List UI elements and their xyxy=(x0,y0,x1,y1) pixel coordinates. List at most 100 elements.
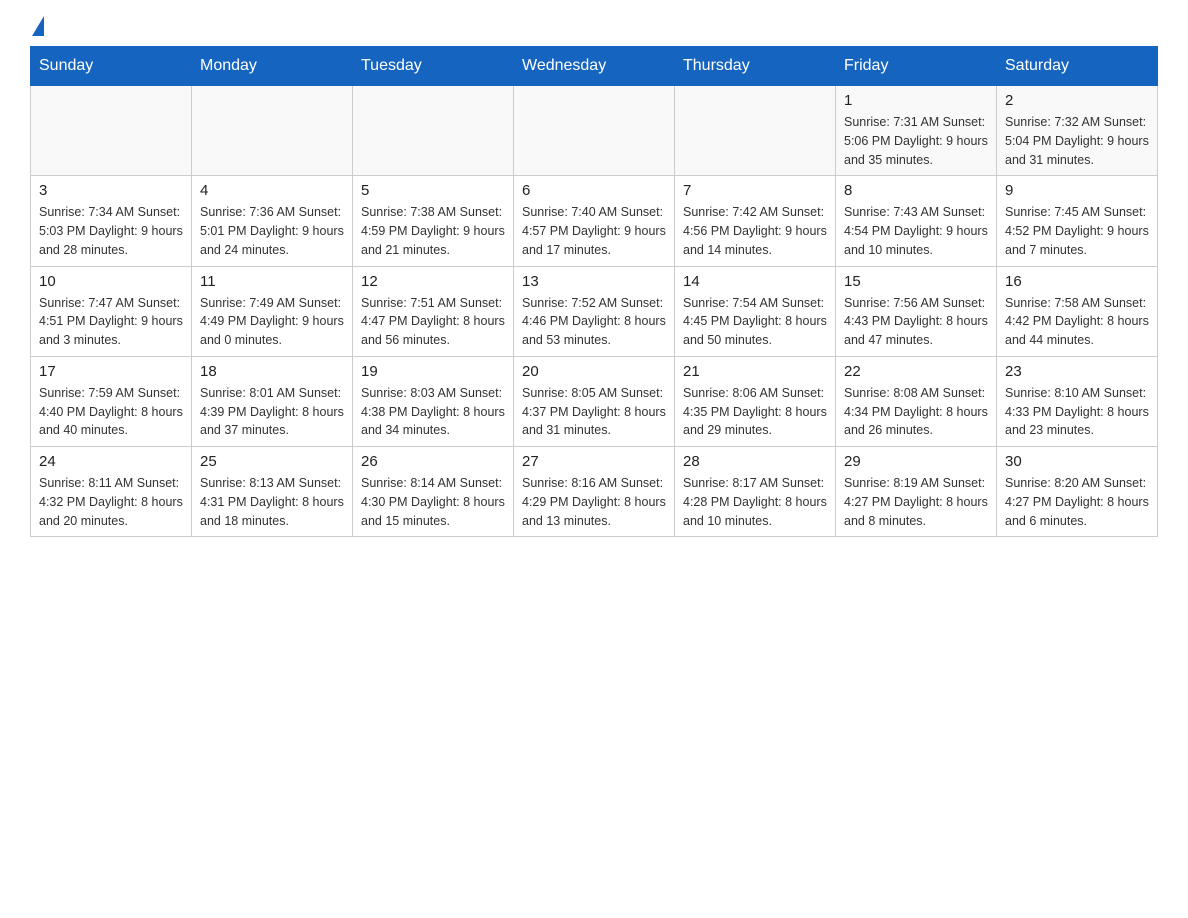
day-info: Sunrise: 8:05 AM Sunset: 4:37 PM Dayligh… xyxy=(522,384,666,440)
calendar-cell: 13Sunrise: 7:52 AM Sunset: 4:46 PM Dayli… xyxy=(514,266,675,356)
day-of-week-header: Friday xyxy=(836,47,997,86)
calendar-cell: 9 Sunrise: 7:45 AM Sunset: 4:52 PM Daylig… xyxy=(997,176,1158,266)
calendar-week-row: 3 Sunrise: 7:34 AM Sunset: 5:03 PM Daylig… xyxy=(31,176,1158,266)
day-number: 26 xyxy=(361,453,505,470)
day-info: Sunrise: 7:54 AM Sunset: 4:45 PM Dayligh… xyxy=(683,294,827,350)
day-info: Sunrise: 8:06 AM Sunset: 4:35 PM Dayligh… xyxy=(683,384,827,440)
calendar-cell: 28 Sunrise: 8:17 AM Sunset: 4:28 PM Dayli… xyxy=(675,447,836,537)
day-info: Sunrise: 7:31 AM Sunset: 5:06 PM Dayligh… xyxy=(844,113,988,169)
calendar-cell: 7 Sunrise: 7:42 AM Sunset: 4:56 PM Daylig… xyxy=(675,176,836,266)
day-number: 16 xyxy=(1005,273,1149,290)
day-number: 12 xyxy=(361,273,505,290)
day-number: 15 xyxy=(844,273,988,290)
calendar-cell: 12 Sunrise: 7:51 AM Sunset: 4:47 PM Dayli… xyxy=(353,266,514,356)
calendar-cell xyxy=(192,86,353,176)
day-info: Sunrise: 8:17 AM Sunset: 4:28 PM Dayligh… xyxy=(683,474,827,530)
day-number: 3 xyxy=(39,182,183,199)
day-number: 22 xyxy=(844,363,988,380)
day-number: 30 xyxy=(1005,453,1149,470)
calendar-cell: 14 Sunrise: 7:54 AM Sunset: 4:45 PM Dayli… xyxy=(675,266,836,356)
day-info: Sunrise: 8:14 AM Sunset: 4:30 PM Dayligh… xyxy=(361,474,505,530)
day-of-week-header: Wednesday xyxy=(514,47,675,86)
calendar-cell: 26 Sunrise: 8:14 AM Sunset: 4:30 PM Dayli… xyxy=(353,447,514,537)
calendar-cell: 23Sunrise: 8:10 AM Sunset: 4:33 PM Dayli… xyxy=(997,356,1158,446)
day-info: Sunrise: 7:38 AM Sunset: 4:59 PM Dayligh… xyxy=(361,203,505,259)
calendar-week-row: 24 Sunrise: 8:11 AM Sunset: 4:32 PM Dayli… xyxy=(31,447,1158,537)
day-of-week-header: Thursday xyxy=(675,47,836,86)
calendar-cell: 24 Sunrise: 8:11 AM Sunset: 4:32 PM Dayli… xyxy=(31,447,192,537)
day-number: 17 xyxy=(39,363,183,380)
calendar-cell xyxy=(514,86,675,176)
page-header xyxy=(30,20,1158,36)
day-number: 18 xyxy=(200,363,344,380)
day-number: 29 xyxy=(844,453,988,470)
day-info: Sunrise: 7:49 AM Sunset: 4:49 PM Dayligh… xyxy=(200,294,344,350)
calendar-cell: 8 Sunrise: 7:43 AM Sunset: 4:54 PM Daylig… xyxy=(836,176,997,266)
logo xyxy=(30,20,44,36)
day-number: 9 xyxy=(1005,182,1149,199)
day-info: Sunrise: 7:56 AM Sunset: 4:43 PM Dayligh… xyxy=(844,294,988,350)
day-info: Sunrise: 7:58 AM Sunset: 4:42 PM Dayligh… xyxy=(1005,294,1149,350)
day-of-week-header: Sunday xyxy=(31,47,192,86)
calendar-cell: 2 Sunrise: 7:32 AM Sunset: 5:04 PM Daylig… xyxy=(997,86,1158,176)
day-info: Sunrise: 7:42 AM Sunset: 4:56 PM Dayligh… xyxy=(683,203,827,259)
logo-triangle-icon xyxy=(32,16,44,36)
day-info: Sunrise: 7:52 AM Sunset: 4:46 PM Dayligh… xyxy=(522,294,666,350)
day-info: Sunrise: 8:01 AM Sunset: 4:39 PM Dayligh… xyxy=(200,384,344,440)
day-number: 20 xyxy=(522,363,666,380)
calendar-cell: 3 Sunrise: 7:34 AM Sunset: 5:03 PM Daylig… xyxy=(31,176,192,266)
calendar-week-row: 17 Sunrise: 7:59 AM Sunset: 4:40 PM Dayli… xyxy=(31,356,1158,446)
day-of-week-header: Saturday xyxy=(997,47,1158,86)
day-number: 27 xyxy=(522,453,666,470)
day-info: Sunrise: 7:43 AM Sunset: 4:54 PM Dayligh… xyxy=(844,203,988,259)
day-info: Sunrise: 7:36 AM Sunset: 5:01 PM Dayligh… xyxy=(200,203,344,259)
day-info: Sunrise: 8:16 AM Sunset: 4:29 PM Dayligh… xyxy=(522,474,666,530)
day-info: Sunrise: 7:34 AM Sunset: 5:03 PM Dayligh… xyxy=(39,203,183,259)
day-number: 8 xyxy=(844,182,988,199)
day-info: Sunrise: 8:13 AM Sunset: 4:31 PM Dayligh… xyxy=(200,474,344,530)
calendar-cell: 20 Sunrise: 8:05 AM Sunset: 4:37 PM Dayli… xyxy=(514,356,675,446)
calendar-cell: 30Sunrise: 8:20 AM Sunset: 4:27 PM Dayli… xyxy=(997,447,1158,537)
day-number: 28 xyxy=(683,453,827,470)
calendar-week-row: 1 Sunrise: 7:31 AM Sunset: 5:06 PM Daylig… xyxy=(31,86,1158,176)
calendar-cell: 11 Sunrise: 7:49 AM Sunset: 4:49 PM Dayli… xyxy=(192,266,353,356)
calendar-cell: 27 Sunrise: 8:16 AM Sunset: 4:29 PM Dayli… xyxy=(514,447,675,537)
calendar-cell: 16 Sunrise: 7:58 AM Sunset: 4:42 PM Dayli… xyxy=(997,266,1158,356)
calendar-cell xyxy=(353,86,514,176)
calendar-cell: 22 Sunrise: 8:08 AM Sunset: 4:34 PM Dayli… xyxy=(836,356,997,446)
calendar-cell: 1 Sunrise: 7:31 AM Sunset: 5:06 PM Daylig… xyxy=(836,86,997,176)
day-number: 24 xyxy=(39,453,183,470)
day-number: 21 xyxy=(683,363,827,380)
calendar-week-row: 10 Sunrise: 7:47 AM Sunset: 4:51 PM Dayli… xyxy=(31,266,1158,356)
day-number: 11 xyxy=(200,273,344,290)
calendar-cell: 25Sunrise: 8:13 AM Sunset: 4:31 PM Dayli… xyxy=(192,447,353,537)
day-info: Sunrise: 7:47 AM Sunset: 4:51 PM Dayligh… xyxy=(39,294,183,350)
day-number: 5 xyxy=(361,182,505,199)
calendar-cell: 17 Sunrise: 7:59 AM Sunset: 4:40 PM Dayli… xyxy=(31,356,192,446)
day-info: Sunrise: 7:40 AM Sunset: 4:57 PM Dayligh… xyxy=(522,203,666,259)
calendar-cell: 15 Sunrise: 7:56 AM Sunset: 4:43 PM Dayli… xyxy=(836,266,997,356)
calendar-cell: 29 Sunrise: 8:19 AM Sunset: 4:27 PM Dayli… xyxy=(836,447,997,537)
calendar-cell: 19Sunrise: 8:03 AM Sunset: 4:38 PM Dayli… xyxy=(353,356,514,446)
day-number: 2 xyxy=(1005,92,1149,109)
day-number: 7 xyxy=(683,182,827,199)
day-info: Sunrise: 8:08 AM Sunset: 4:34 PM Dayligh… xyxy=(844,384,988,440)
day-info: Sunrise: 7:45 AM Sunset: 4:52 PM Dayligh… xyxy=(1005,203,1149,259)
day-number: 10 xyxy=(39,273,183,290)
day-number: 4 xyxy=(200,182,344,199)
day-number: 14 xyxy=(683,273,827,290)
day-info: Sunrise: 7:32 AM Sunset: 5:04 PM Dayligh… xyxy=(1005,113,1149,169)
day-number: 19 xyxy=(361,363,505,380)
calendar-cell: 10 Sunrise: 7:47 AM Sunset: 4:51 PM Dayli… xyxy=(31,266,192,356)
day-info: Sunrise: 7:51 AM Sunset: 4:47 PM Dayligh… xyxy=(361,294,505,350)
day-info: Sunrise: 7:59 AM Sunset: 4:40 PM Dayligh… xyxy=(39,384,183,440)
calendar-cell: 4 Sunrise: 7:36 AM Sunset: 5:01 PM Daylig… xyxy=(192,176,353,266)
calendar-cell: 21 Sunrise: 8:06 AM Sunset: 4:35 PM Dayli… xyxy=(675,356,836,446)
calendar-cell: 5 Sunrise: 7:38 AM Sunset: 4:59 PM Daylig… xyxy=(353,176,514,266)
day-info: Sunrise: 8:19 AM Sunset: 4:27 PM Dayligh… xyxy=(844,474,988,530)
calendar-cell xyxy=(31,86,192,176)
day-info: Sunrise: 8:11 AM Sunset: 4:32 PM Dayligh… xyxy=(39,474,183,530)
calendar-table: SundayMondayTuesdayWednesdayThursdayFrid… xyxy=(30,46,1158,537)
day-of-week-header: Tuesday xyxy=(353,47,514,86)
day-number: 1 xyxy=(844,92,988,109)
